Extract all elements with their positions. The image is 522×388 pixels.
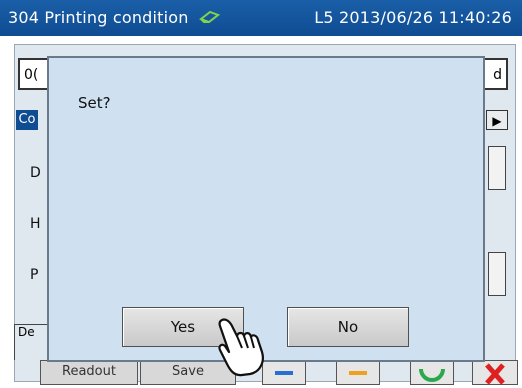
status-datetime: L5 2013/06/26 11:40:26 — [314, 8, 512, 27]
no-button[interactable]: No — [287, 307, 409, 347]
background-side-button[interactable] — [488, 252, 506, 296]
close-icon — [485, 363, 505, 385]
screen: 304 Printing condition L5 2013/06/26 11:… — [0, 0, 522, 385]
orange-icon-button[interactable] — [336, 360, 380, 385]
background-row-label: D — [30, 165, 41, 181]
ok-icon-button[interactable] — [410, 360, 454, 385]
background-row-label: P — [30, 267, 39, 283]
title-bar: 304 Printing condition L5 2013/06/26 11:… — [0, 0, 522, 36]
green-circle-icon — [419, 368, 445, 382]
eraser-icon — [198, 10, 220, 24]
background-side-button[interactable] — [488, 146, 506, 190]
orange-bar-icon — [349, 371, 367, 375]
tab-arrow-right[interactable]: ▶ — [486, 110, 508, 130]
screen-title: 304 Printing condition — [8, 8, 189, 27]
readout-button[interactable]: Readout — [40, 360, 138, 385]
pointing-hand-icon — [218, 318, 264, 377]
background-row-label: H — [30, 216, 41, 232]
cancel-icon-button[interactable] — [472, 360, 518, 385]
background-tab[interactable]: Co — [16, 110, 38, 130]
dialog-message: Set? — [78, 94, 111, 112]
